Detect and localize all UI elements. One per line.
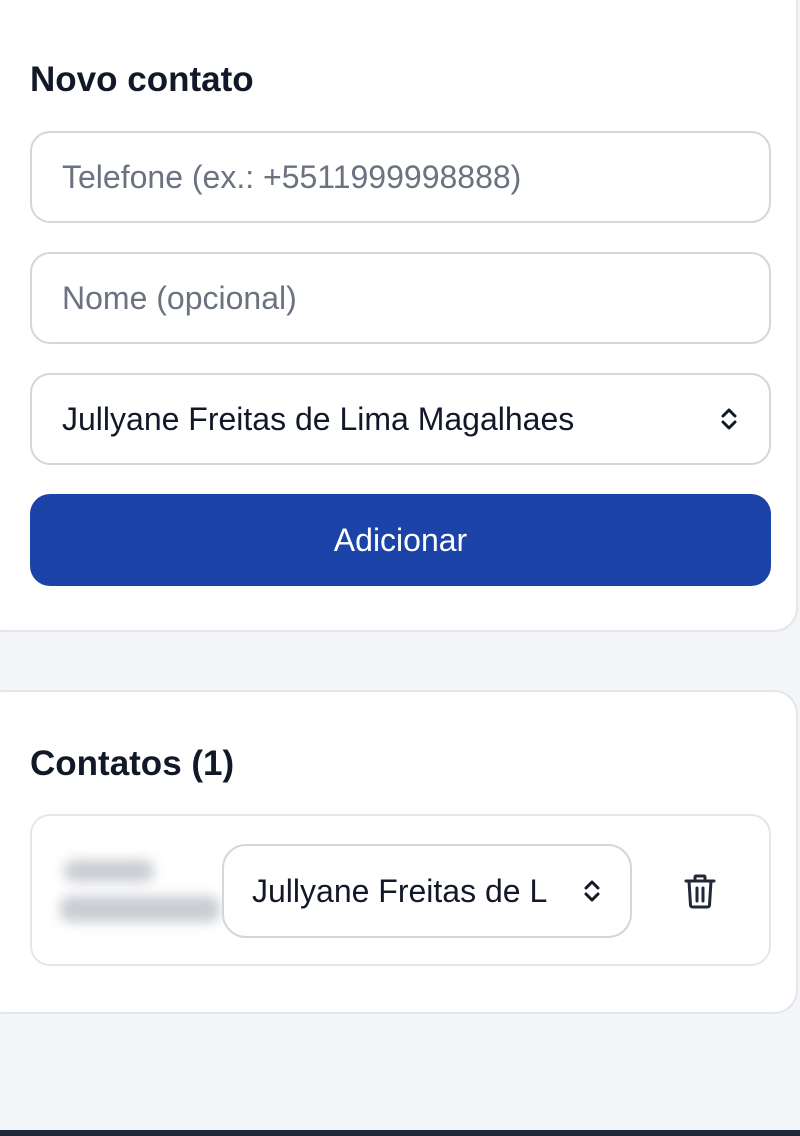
contacts-title: Contatos (1) bbox=[30, 744, 235, 783]
trash-icon bbox=[684, 874, 716, 909]
contacts-card: Contatos (1) Jullyane Freitas de L bbox=[0, 690, 798, 1014]
chevron-up-down-icon bbox=[721, 408, 737, 430]
assignee-select-value: Jullyane Freitas de Lima Magalhaes bbox=[62, 400, 575, 437]
contact-assignee-select[interactable]: Jullyane Freitas de L bbox=[222, 844, 632, 938]
name-field[interactable] bbox=[30, 252, 771, 344]
contact-assignee-value: Jullyane Freitas de L bbox=[252, 872, 548, 909]
assignee-select[interactable]: Jullyane Freitas de Lima Magalhaes bbox=[30, 373, 771, 465]
phone-input[interactable] bbox=[62, 158, 739, 196]
phone-field[interactable] bbox=[30, 131, 771, 223]
chevron-up-down-icon bbox=[584, 880, 600, 902]
contact-item: Jullyane Freitas de L bbox=[30, 814, 771, 966]
new-contact-card: Novo contato Jullyane Freitas de Lima Ma… bbox=[0, 0, 798, 632]
add-button[interactable]: Adicionar bbox=[30, 494, 771, 586]
delete-contact-button[interactable] bbox=[680, 872, 720, 912]
name-input[interactable] bbox=[62, 279, 739, 317]
new-contact-title: Novo contato bbox=[30, 60, 254, 99]
system-bottom-bar bbox=[0, 1130, 800, 1136]
contact-info-redacted bbox=[60, 860, 230, 930]
